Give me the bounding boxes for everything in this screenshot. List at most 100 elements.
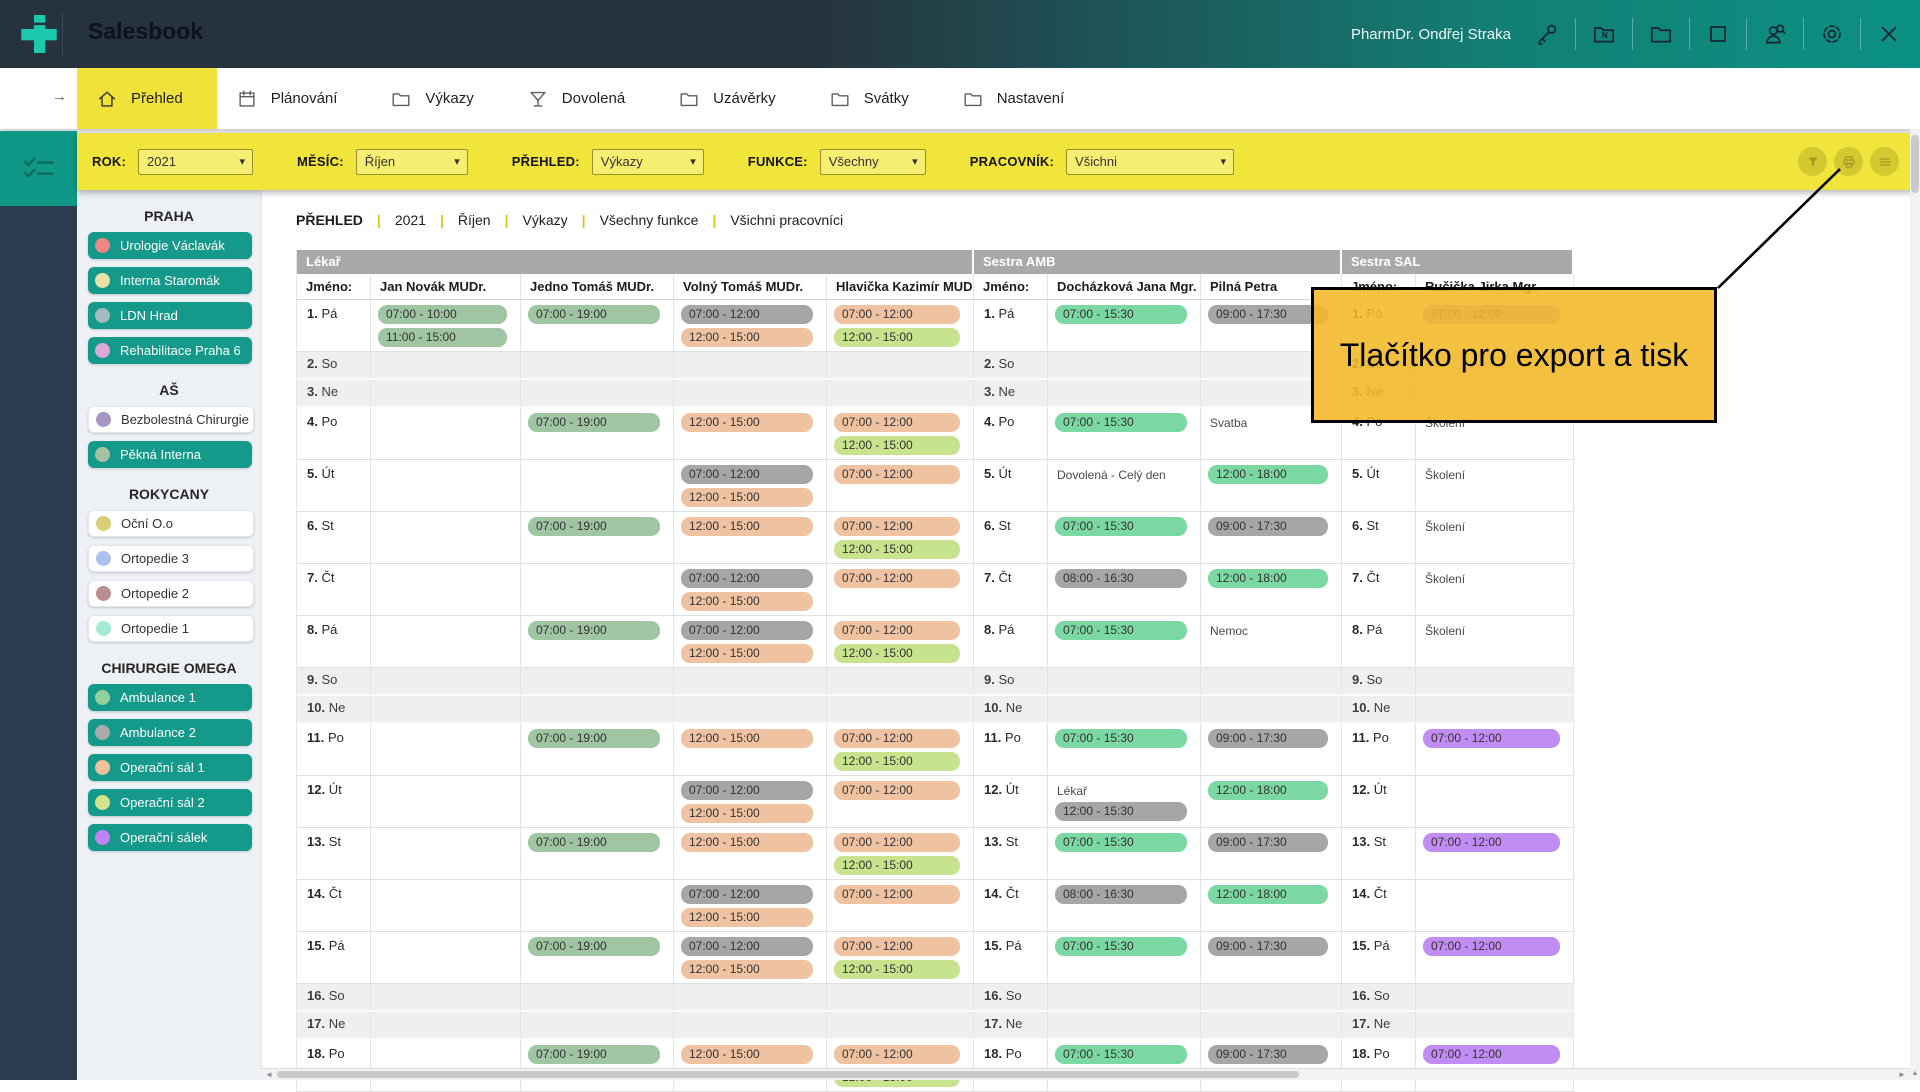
shift-chip[interactable]: 07:00 - 12:00 (681, 937, 813, 956)
shift-chip[interactable]: 08:00 - 16:30 (1055, 885, 1187, 904)
sidebar-item-rehabilitace-praha-6[interactable]: Rehabilitace Praha 6 (88, 337, 252, 364)
filter-select-msc[interactable]: Říjen▾ (356, 149, 468, 175)
shift-chip[interactable]: 07:00 - 12:00 (681, 569, 813, 588)
shift-chip[interactable]: 07:00 - 12:00 (834, 729, 960, 748)
sidebar-item-operac-ni-sa-lek[interactable]: Operační sálek (88, 824, 252, 851)
shift-chip[interactable]: 09:00 - 17:30 (1208, 833, 1328, 852)
shift-chip[interactable]: 12:00 - 15:00 (681, 960, 813, 979)
schedule-note[interactable]: Dovolená - Celý den (1057, 468, 1200, 482)
shift-chip[interactable]: 07:00 - 12:00 (834, 781, 960, 800)
shift-chip[interactable]: 07:00 - 19:00 (528, 937, 660, 956)
shift-chip[interactable]: 07:00 - 19:00 (528, 517, 660, 536)
shift-chip[interactable]: 07:00 - 12:00 (834, 413, 960, 432)
schedule-note[interactable]: Nemoc (1210, 624, 1341, 638)
shift-chip[interactable]: 12:00 - 15:00 (834, 856, 960, 875)
shift-chip[interactable]: 07:00 - 15:30 (1055, 517, 1187, 536)
filter-funnel-icon[interactable] (1798, 147, 1827, 176)
shift-chip[interactable]: 09:00 - 17:30 (1208, 1045, 1328, 1064)
sidebar-item-pe-kna-interna[interactable]: Pěkná Interna (88, 441, 252, 468)
vertical-scroll-thumb[interactable] (1911, 135, 1919, 193)
shift-chip[interactable]: 09:00 - 17:30 (1208, 937, 1328, 956)
horizontal-scroll-thumb[interactable] (277, 1071, 1299, 1078)
shift-chip[interactable]: 07:00 - 12:00 (834, 517, 960, 536)
filter-select-rok[interactable]: 2021▾ (138, 149, 253, 175)
tab-nastaveni[interactable]: Nastavení (943, 68, 1099, 129)
shift-chip[interactable]: 07:00 - 15:30 (1055, 729, 1187, 748)
shift-chip[interactable]: 07:00 - 15:30 (1055, 1045, 1187, 1064)
shift-chip[interactable]: 07:00 - 12:00 (681, 885, 813, 904)
gear-icon[interactable] (1817, 19, 1847, 49)
shift-chip[interactable]: 07:00 - 15:30 (1055, 833, 1187, 852)
shift-chip[interactable]: 07:00 - 19:00 (528, 413, 660, 432)
shift-chip[interactable]: 09:00 - 17:30 (1208, 729, 1328, 748)
shift-chip[interactable]: 12:00 - 15:00 (681, 908, 813, 927)
shift-chip[interactable]: 12:00 - 15:00 (681, 1045, 813, 1064)
shift-chip[interactable]: 07:00 - 12:00 (1423, 729, 1560, 748)
filter-select-pracovnk[interactable]: Všichni▾ (1066, 149, 1234, 175)
shift-chip[interactable]: 07:00 - 12:00 (681, 305, 813, 324)
stop-square-icon[interactable] (1703, 19, 1733, 49)
shift-chip[interactable]: 07:00 - 15:30 (1055, 621, 1187, 640)
tab-uzaverky[interactable]: Uzávěrky (659, 68, 810, 129)
shift-chip[interactable]: 12:00 - 15:00 (681, 804, 813, 823)
folder-icon[interactable] (1646, 19, 1676, 49)
shift-chip[interactable]: 08:00 - 16:30 (1055, 569, 1187, 588)
schedule-note[interactable]: Školení (1425, 572, 1573, 586)
shift-chip[interactable]: 07:00 - 12:00 (834, 621, 960, 640)
schedule-note[interactable]: Školení (1425, 624, 1573, 638)
sidebar-item-interna-staroma-k[interactable]: Interna Staromák (88, 267, 252, 294)
close-icon[interactable] (1874, 19, 1904, 49)
arrow-right-icon[interactable]: → (52, 88, 67, 105)
shift-chip[interactable]: 12:00 - 15:00 (834, 644, 960, 663)
shift-chip[interactable]: 07:00 - 12:00 (681, 621, 813, 640)
sidebar-item-ldn-hrad[interactable]: LDN Hrad (88, 302, 252, 329)
shift-chip[interactable]: 07:00 - 12:00 (834, 465, 960, 484)
shift-chip[interactable]: 12:00 - 15:00 (681, 729, 813, 748)
menu-icon[interactable] (1870, 147, 1899, 176)
shift-chip[interactable]: 12:00 - 15:00 (834, 960, 960, 979)
shift-chip[interactable]: 07:00 - 19:00 (528, 305, 660, 324)
shift-chip[interactable]: 09:00 - 17:30 (1208, 517, 1328, 536)
shift-chip[interactable]: 12:00 - 18:00 (1208, 569, 1328, 588)
shift-chip[interactable]: 12:00 - 15:00 (834, 540, 960, 559)
shift-chip[interactable]: 07:00 - 19:00 (528, 1045, 660, 1064)
folder-n-icon[interactable]: N (1589, 19, 1619, 49)
scroll-left-icon[interactable]: ◄ (262, 1069, 276, 1080)
shift-chip[interactable]: 07:00 - 12:00 (834, 833, 960, 852)
schedule-note[interactable]: Školení (1425, 520, 1573, 534)
shift-chip[interactable]: 12:00 - 15:00 (681, 413, 813, 432)
shift-chip[interactable]: 12:00 - 15:30 (1055, 802, 1187, 821)
sidebar-item-operac-ni-sa-l-1[interactable]: Operační sál 1 (88, 754, 252, 781)
sidebar-item-ambulance-1[interactable]: Ambulance 1 (88, 684, 252, 711)
sidebar-item-urologie-va-clava-k[interactable]: Urologie Václavák (88, 232, 252, 259)
shift-chip[interactable]: 12:00 - 15:00 (834, 436, 960, 455)
shift-chip[interactable]: 07:00 - 12:00 (1423, 937, 1560, 956)
horizontal-scrollbar[interactable]: ◄ ► (261, 1068, 1910, 1080)
shift-chip[interactable]: 07:00 - 12:00 (834, 937, 960, 956)
shift-chip[interactable]: 12:00 - 15:00 (834, 752, 960, 771)
shift-chip[interactable]: 07:00 - 12:00 (834, 1045, 960, 1064)
sidebar-item-ortopedie-3[interactable]: Ortopedie 3 (88, 545, 254, 572)
tab-prehled[interactable]: Přehled (77, 68, 217, 129)
scroll-right-icon[interactable]: ► (1895, 1069, 1909, 1080)
user-search-icon[interactable] (1760, 19, 1790, 49)
shift-chip[interactable]: 12:00 - 18:00 (1208, 781, 1328, 800)
tab-vykazy[interactable]: Výkazy (371, 68, 507, 129)
filter-select-pehled[interactable]: Výkazy▾ (592, 149, 704, 175)
print-export-icon[interactable] (1834, 147, 1863, 176)
shift-chip[interactable]: 12:00 - 15:00 (681, 328, 813, 347)
shift-chip[interactable]: 07:00 - 12:00 (834, 885, 960, 904)
shift-chip[interactable]: 07:00 - 12:00 (681, 781, 813, 800)
shift-chip[interactable]: 07:00 - 19:00 (528, 621, 660, 640)
shift-chip[interactable]: 07:00 - 19:00 (528, 833, 660, 852)
shift-chip[interactable]: 09:00 - 17:30 (1208, 305, 1328, 324)
shift-chip[interactable]: 12:00 - 15:00 (681, 644, 813, 663)
shift-chip[interactable]: 07:00 - 12:00 (1423, 1045, 1560, 1064)
tab-dovolena[interactable]: Dovolená (508, 68, 659, 129)
shift-chip[interactable]: 12:00 - 15:00 (834, 328, 960, 347)
filter-select-funkce[interactable]: Všechny▾ (820, 149, 926, 175)
shift-chip[interactable]: 07:00 - 12:00 (834, 305, 960, 324)
shift-chip[interactable]: 07:00 - 15:30 (1055, 937, 1187, 956)
shift-chip[interactable]: 07:00 - 15:30 (1055, 305, 1187, 324)
shift-chip[interactable]: 12:00 - 15:00 (681, 833, 813, 852)
